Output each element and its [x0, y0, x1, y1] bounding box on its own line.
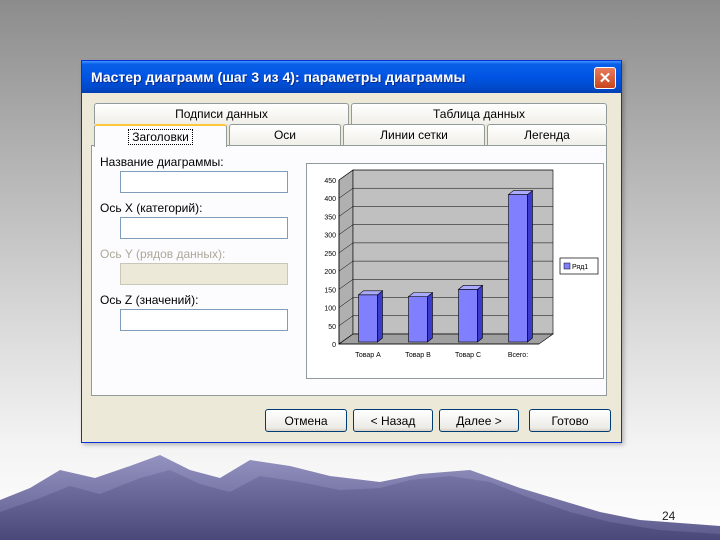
chart-y-tick-label: 0: [332, 342, 336, 349]
chart-preview: 0 50 100 150 200 250 300 350 400 450 Товар A Товар …: [306, 163, 604, 379]
chart-x-tick-label: Товар A: [355, 352, 381, 359]
chart-y-tick-label: 350: [324, 214, 336, 221]
dialog-titlebar: Мастер диаграмм (шаг 3 из 4): параметры …: [82, 61, 621, 93]
cancel-button-label: Отмена: [284, 413, 328, 428]
chart-y-tick-label: 450: [324, 178, 336, 185]
slide-page-number: 24: [662, 509, 676, 523]
close-button[interactable]: ✕: [594, 67, 616, 89]
chart-y-tick-label: 150: [324, 287, 336, 294]
tab-legend-label: Легенда: [524, 128, 570, 142]
z-axis-title-label: Ось Z (значений):: [100, 293, 199, 307]
cancel-button[interactable]: Отмена: [265, 409, 347, 432]
chart-title-input[interactable]: [120, 171, 288, 193]
chart-y-tick-label: 400: [324, 196, 336, 203]
chart-preview-svg: 0 50 100 150 200 250 300 350 400 450 Товар A Товар …: [324, 169, 599, 359]
tab-axes-label: Оси: [273, 128, 297, 142]
chart-y-tick-label: 300: [324, 233, 336, 240]
chart-bar-side: [427, 291, 433, 343]
y-axis-title-label: Ось Y (рядов данных):: [100, 247, 226, 261]
chart-wizard-dialog: Мастер диаграмм (шаг 3 из 4): параметры …: [81, 60, 622, 443]
chart-x-tick-label: Товар C: [455, 352, 481, 359]
chart-side-wall: [338, 169, 354, 345]
chart-y-tick-label: 100: [324, 306, 336, 313]
chart-x-tick-label: Товар B: [405, 352, 431, 359]
chart-legend-label: Ряд1: [572, 264, 588, 271]
dialog-title: Мастер диаграмм (шаг 3 из 4): параметры …: [91, 69, 466, 85]
chart-y-tick-label: 50: [328, 324, 336, 331]
chart-bar-side: [527, 189, 533, 343]
chart-bar-side: [377, 290, 383, 343]
chart-bar-front: [508, 194, 528, 343]
chart-title-label: Название диаграммы:: [100, 155, 224, 169]
x-axis-title-label: Ось X (категорий):: [100, 201, 203, 215]
tab-data-table[interactable]: Таблица данных: [351, 103, 607, 124]
y-axis-title-input: [120, 263, 288, 285]
finish-button[interactable]: Готово: [529, 409, 611, 432]
tab-data-labels[interactable]: Подписи данных: [94, 103, 349, 124]
tab-gridlines-label: Линии сетки: [380, 128, 448, 142]
chart-bar-front: [458, 289, 478, 343]
close-icon: ✕: [598, 70, 612, 87]
x-axis-title-input[interactable]: [120, 217, 288, 239]
chart-bar-front: [358, 294, 378, 343]
back-button[interactable]: < Назад: [353, 409, 433, 432]
tab-data-labels-label: Подписи данных: [175, 107, 268, 121]
tab-gridlines[interactable]: Линии сетки: [343, 124, 485, 145]
chart-y-tick-label: 200: [324, 269, 336, 276]
finish-button-label: Готово: [551, 413, 589, 428]
back-button-label: < Назад: [370, 413, 416, 428]
tab-titles[interactable]: Заголовки: [94, 124, 227, 147]
titles-tab-panel: Название диаграммы: Ось X (категорий): О…: [91, 145, 607, 396]
chart-x-tick-label: Всего:: [508, 352, 528, 359]
tab-titles-label: Заголовки: [128, 128, 193, 145]
tab-axes[interactable]: Оси: [229, 124, 341, 145]
tab-data-table-label: Таблица данных: [433, 107, 525, 121]
chart-bar-side: [477, 284, 483, 343]
next-button-label: Далее >: [456, 413, 502, 428]
z-axis-title-input[interactable]: [120, 309, 288, 331]
chart-legend-swatch: [563, 262, 571, 270]
next-button[interactable]: Далее >: [439, 409, 519, 432]
tab-legend[interactable]: Легенда: [487, 124, 607, 145]
chart-bar-front: [408, 296, 428, 343]
chart-y-tick-label: 250: [324, 251, 336, 258]
